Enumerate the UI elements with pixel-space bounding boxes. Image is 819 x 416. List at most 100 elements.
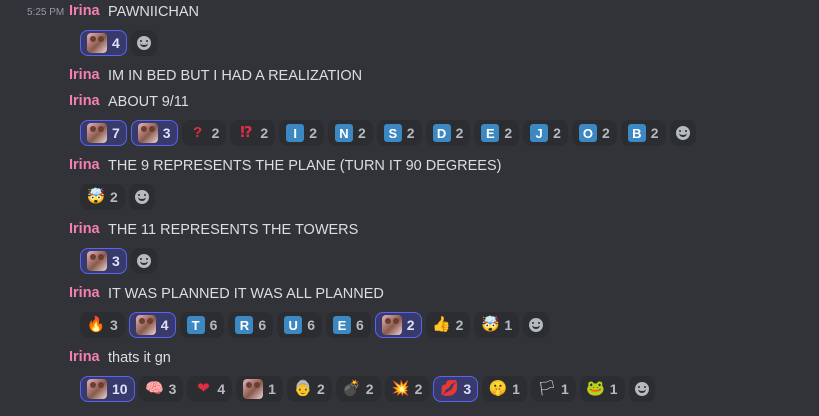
smiley-icon: [529, 318, 544, 332]
reaction-button[interactable]: 👍 2: [425, 312, 471, 338]
message-text: IM IN BED BUT I HAD A REALIZATION: [108, 68, 363, 84]
message-row: Irina ABOUT 9/11: [0, 92, 819, 114]
reaction-count: 6: [307, 317, 315, 333]
reaction-count: 4: [217, 381, 226, 397]
reaction-button[interactable]: 3: [130, 120, 178, 146]
author-name[interactable]: Irina: [69, 93, 100, 109]
reaction-button[interactable]: 4: [128, 312, 176, 338]
reaction-button[interactable]: 3: [80, 248, 127, 274]
reaction-button[interactable]: S2: [376, 120, 422, 146]
regional-letter-icon: J: [530, 124, 549, 142]
reaction-count: 1: [609, 381, 618, 397]
add-reaction-button[interactable]: [628, 376, 655, 402]
reaction-button[interactable]: B2: [620, 120, 666, 146]
reaction-count: 2: [504, 125, 513, 141]
author-name[interactable]: Irina: [69, 67, 100, 83]
reaction-button[interactable]: O2: [571, 120, 617, 146]
reaction-count: 2: [316, 381, 325, 397]
author-name[interactable]: Irina: [69, 157, 100, 173]
reaction-button[interactable]: 💥 2: [384, 376, 430, 402]
regional-letter-icon: O: [578, 124, 597, 142]
reaction-bar: 7 3 ? 2 ⁉ 2 I2 N2 S2 D2 E2 J2 O2 B2: [80, 119, 696, 147]
reaction-count: 3: [110, 317, 118, 333]
reaction-button[interactable]: 💋 3: [433, 376, 479, 402]
smiley-icon: [136, 254, 151, 268]
reaction-button[interactable]: 🐸 1: [579, 376, 625, 402]
reaction-button[interactable]: T6: [179, 312, 225, 338]
bear-custom-emoji-icon: [87, 251, 107, 271]
fire-icon: 🔥: [86, 316, 106, 333]
collision-icon: 💥: [391, 380, 410, 397]
reaction-count: 6: [258, 317, 267, 333]
smiley-icon: [136, 36, 151, 50]
reaction-button[interactable]: E2: [474, 120, 520, 146]
bear-custom-emoji-icon: [87, 123, 107, 143]
reaction-count: 6: [355, 317, 364, 333]
reaction-button[interactable]: ⁉ 2: [230, 120, 276, 146]
message-text: thats it gn: [108, 350, 171, 366]
reaction-button[interactable]: 2: [374, 312, 422, 338]
author-name[interactable]: Irina: [69, 349, 100, 365]
add-reaction-button[interactable]: [523, 312, 550, 338]
reaction-button[interactable]: 🔥 3: [80, 312, 125, 338]
regional-letter-icon: I: [286, 124, 305, 142]
reaction-button[interactable]: 💣 2: [335, 376, 381, 402]
thumbs-up-icon: 👍: [432, 316, 451, 333]
bomb-icon: 💣: [342, 380, 362, 397]
reaction-button[interactable]: 1: [236, 376, 283, 402]
message-text: THE 9 REPRESENTS THE PLANE (TURN IT 90 D…: [108, 158, 502, 174]
exploding-head-icon: 🤯: [86, 188, 106, 205]
regional-letter-icon: U: [284, 316, 303, 334]
timestamp: 5:25 PM: [27, 7, 65, 18]
reaction-count: 3: [162, 125, 171, 141]
regional-letter-icon: E: [481, 124, 500, 142]
reaction-count: 7: [112, 125, 120, 141]
reaction-button[interactable]: 7: [80, 120, 127, 146]
reaction-button[interactable]: I2: [279, 120, 324, 146]
reaction-button[interactable]: 👵 2: [286, 376, 332, 402]
reaction-button[interactable]: J2: [523, 120, 568, 146]
author-name[interactable]: Irina: [69, 221, 100, 237]
author-name[interactable]: Irina: [69, 3, 100, 19]
reaction-button[interactable]: D2: [425, 120, 471, 146]
reaction-bar: 10 🧠 3 ❤ 4 1 👵 2 💣 2 💥 2 💋 3 🤫 1 🏳 1 🐸 1: [80, 375, 655, 403]
reaction-count: 2: [357, 125, 366, 141]
reaction-button[interactable]: 🧠 3: [138, 376, 184, 402]
reaction-count: 2: [110, 189, 118, 205]
add-reaction-button[interactable]: [130, 30, 157, 56]
reaction-count: 2: [601, 125, 610, 141]
reaction-button[interactable]: 🤯 1: [474, 312, 520, 338]
old-person-icon: 👵: [293, 380, 313, 397]
add-reaction-button[interactable]: [130, 248, 157, 274]
reaction-button[interactable]: U6: [277, 312, 322, 338]
reaction-button[interactable]: 🤯 2: [80, 184, 125, 210]
reaction-count: 1: [560, 381, 569, 397]
reaction-button[interactable]: N2: [327, 120, 373, 146]
reaction-count: 3: [463, 381, 472, 397]
reaction-button[interactable]: 🏳 1: [530, 376, 576, 402]
reaction-bar: 4: [80, 29, 157, 57]
regional-letter-icon: B: [627, 124, 646, 142]
reaction-button[interactable]: E6: [325, 312, 371, 338]
message-text: IT WAS PLANNED IT WAS ALL PLANNED: [108, 286, 384, 302]
bear-custom-emoji-icon: [137, 123, 158, 143]
reaction-count: 4: [160, 317, 169, 333]
add-reaction-button[interactable]: [128, 184, 155, 210]
message-row: Irina THE 11 REPRESENTS THE TOWERS: [0, 220, 819, 242]
reaction-count: 3: [112, 253, 120, 269]
reaction-button[interactable]: ? 2: [181, 120, 227, 146]
message-row: Irina THE 9 REPRESENTS THE PLANE (TURN I…: [0, 156, 819, 178]
reaction-button[interactable]: 10: [80, 376, 135, 402]
reaction-count: 1: [268, 381, 276, 397]
add-reaction-button[interactable]: [669, 120, 696, 146]
smiley-icon: [134, 190, 149, 204]
smiley-icon: [634, 382, 649, 396]
author-name[interactable]: Irina: [69, 285, 100, 301]
brain-icon: 🧠: [145, 380, 164, 397]
reaction-button[interactable]: 🤫 1: [482, 376, 527, 402]
reaction-button[interactable]: ❤ 4: [187, 376, 233, 402]
reaction-button[interactable]: 4: [80, 30, 127, 56]
reaction-button[interactable]: R6: [228, 312, 274, 338]
reaction-count: 2: [455, 125, 464, 141]
regional-letter-icon: N: [334, 124, 353, 142]
